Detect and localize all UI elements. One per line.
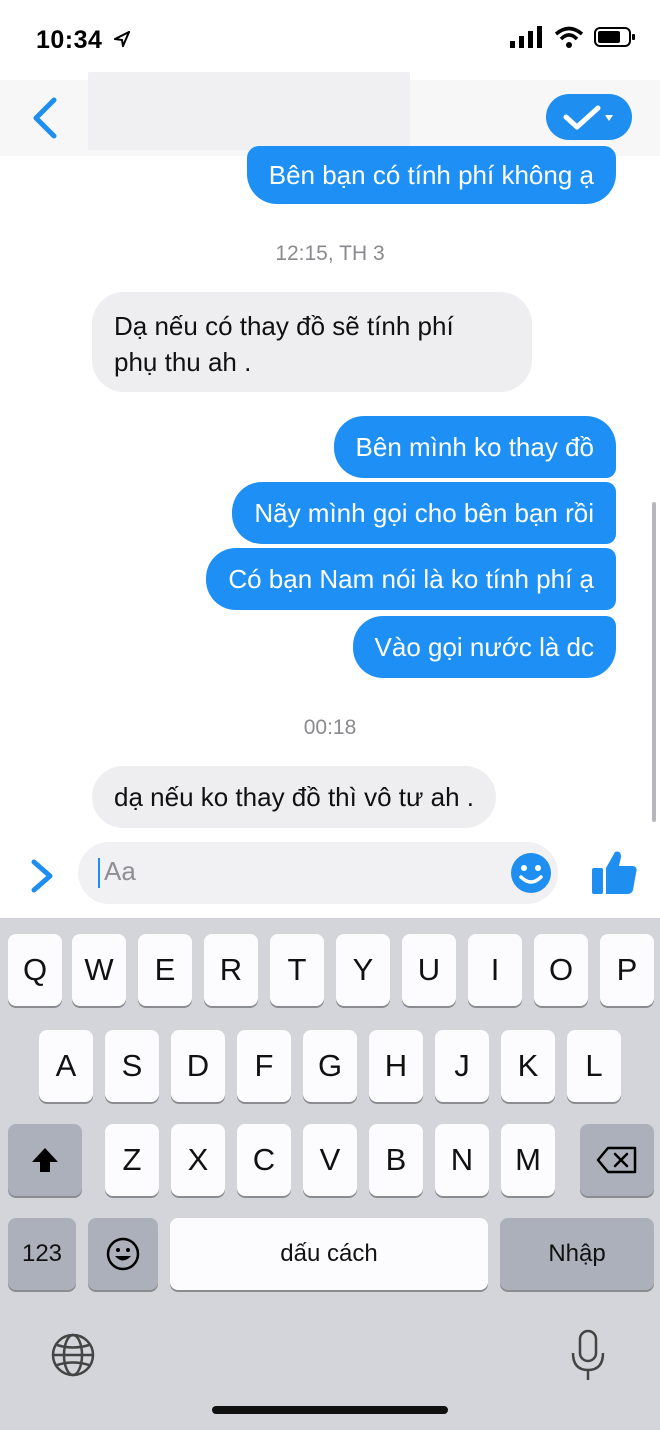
battery-icon <box>594 27 635 47</box>
key-t[interactable]: T <box>270 934 324 1006</box>
return-key[interactable]: Nhập <box>500 1218 654 1290</box>
key-u[interactable]: U <box>402 934 456 1006</box>
emoji-key[interactable] <box>88 1218 158 1290</box>
key-v[interactable]: V <box>303 1124 357 1196</box>
space-key[interactable]: dấu cách <box>170 1218 488 1290</box>
shift-key[interactable] <box>8 1124 82 1196</box>
location-arrow-icon <box>114 31 130 47</box>
key-r[interactable]: R <box>204 934 258 1006</box>
smiley-icon[interactable] <box>510 852 552 894</box>
scrollbar[interactable] <box>652 502 656 822</box>
thumbs-up-icon[interactable] <box>588 846 640 898</box>
status-bar: 10:34 <box>0 0 660 80</box>
microphone-icon[interactable] <box>568 1328 608 1384</box>
incoming-message[interactable]: dạ nếu ko thay đồ thì vô tư ah . <box>92 766 496 828</box>
check-dropdown-button[interactable] <box>546 94 632 140</box>
backspace-icon <box>596 1146 637 1174</box>
chevron-right-icon[interactable] <box>26 854 58 898</box>
key-o[interactable]: O <box>534 934 588 1006</box>
key-x[interactable]: X <box>171 1124 225 1196</box>
key-b[interactable]: B <box>369 1124 423 1196</box>
keyboard: Q W E R T Y U I O P A S D F G H J K L Z … <box>0 918 660 1430</box>
incoming-message-line: phụ thu ah . <box>114 347 252 377</box>
key-g[interactable]: G <box>303 1030 357 1102</box>
outgoing-message[interactable]: Bên bạn có tính phí không ạ <box>246 146 616 204</box>
timestamp: 00:18 <box>303 716 357 739</box>
key-d[interactable]: D <box>171 1030 225 1102</box>
wifi-icon <box>554 26 584 48</box>
key-f[interactable]: F <box>237 1030 291 1102</box>
outgoing-message[interactable]: Bên mình ko thay đồ <box>333 416 616 478</box>
key-i[interactable]: I <box>468 934 522 1006</box>
message-input[interactable]: Aa <box>78 842 558 904</box>
outgoing-message[interactable]: Vào gọi nước là dc <box>352 616 616 678</box>
backspace-key[interactable] <box>580 1124 654 1196</box>
home-indicator <box>212 1406 448 1414</box>
globe-icon[interactable] <box>50 1332 96 1378</box>
chevron-left-icon[interactable] <box>26 94 66 142</box>
key-c[interactable]: C <box>237 1124 291 1196</box>
key-l[interactable]: L <box>567 1030 621 1102</box>
key-s[interactable]: S <box>105 1030 159 1102</box>
contact-name-redacted[interactable] <box>88 72 410 150</box>
key-k[interactable]: K <box>501 1030 555 1102</box>
key-z[interactable]: Z <box>105 1124 159 1196</box>
text-cursor <box>98 858 100 888</box>
timestamp: 12:15, TH 3 <box>275 242 385 265</box>
incoming-message-line: Dạ nếu có thay đồ sẽ tính phí <box>114 311 454 341</box>
shift-arrow-icon <box>32 1148 58 1172</box>
key-y[interactable]: Y <box>336 934 390 1006</box>
key-a[interactable]: A <box>39 1030 93 1102</box>
key-n[interactable]: N <box>435 1124 489 1196</box>
chat-header <box>0 72 660 156</box>
key-e[interactable]: E <box>138 934 192 1006</box>
check-dropdown-icon <box>563 105 613 130</box>
status-time: 10:34 <box>36 26 103 54</box>
numbers-key[interactable]: 123 <box>8 1218 76 1290</box>
emoji-face-icon <box>106 1237 140 1271</box>
key-w[interactable]: W <box>72 934 126 1006</box>
key-p[interactable]: P <box>600 934 654 1006</box>
status-icons <box>510 26 636 48</box>
outgoing-message[interactable]: Nãy mình gọi cho bên bạn rồi <box>232 482 616 544</box>
key-j[interactable]: J <box>435 1030 489 1102</box>
key-h[interactable]: H <box>369 1030 423 1102</box>
message-placeholder: Aa <box>104 856 136 886</box>
incoming-message[interactable]: Dạ nếu có thay đồ sẽ tính phí phụ thu ah… <box>92 292 532 392</box>
key-m[interactable]: M <box>501 1124 555 1196</box>
outgoing-message[interactable]: Có bạn Nam nói là ko tính phí ạ <box>206 548 616 610</box>
signal-icon <box>510 26 542 48</box>
key-q[interactable]: Q <box>8 934 62 1006</box>
composer: Aa <box>0 832 660 918</box>
